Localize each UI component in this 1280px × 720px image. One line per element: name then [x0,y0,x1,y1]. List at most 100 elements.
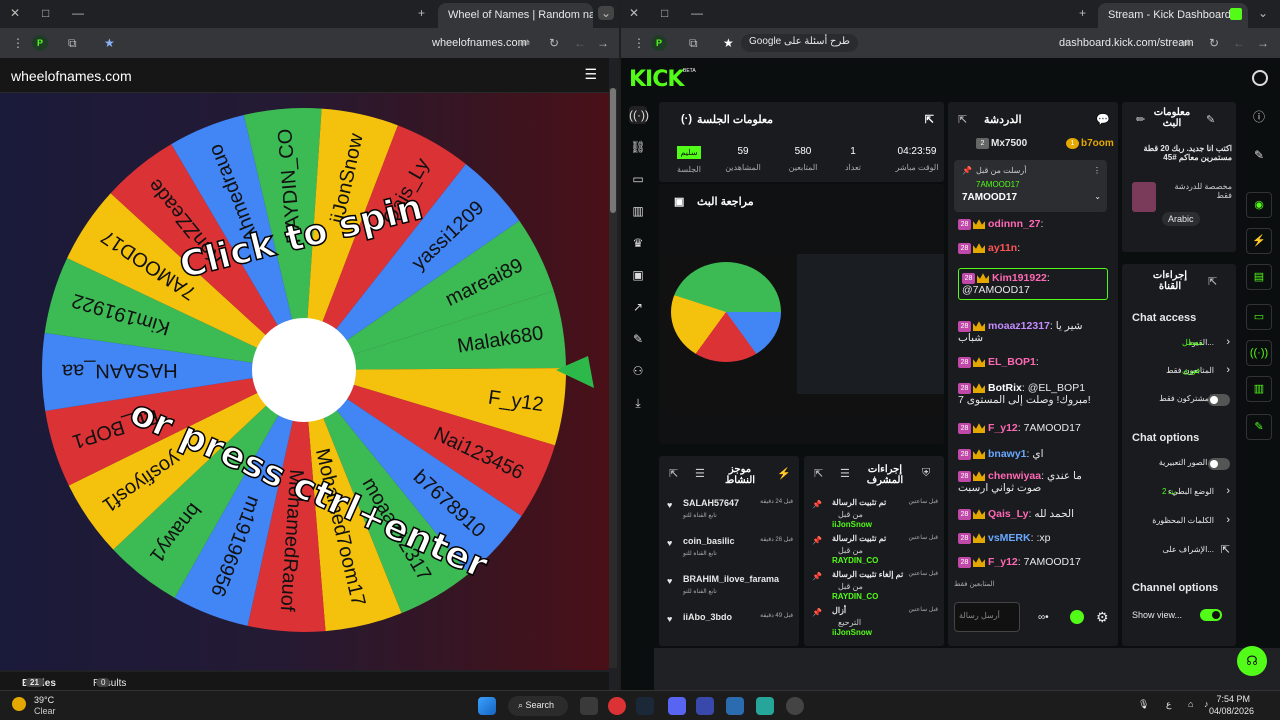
chrome-icon[interactable] [608,697,626,715]
close-window-icon[interactable]: ✕ [629,6,639,20]
pen-icon[interactable]: ✎ [1250,146,1268,164]
chat-message[interactable]: 28 bnawy1: اي [958,448,1044,460]
activity-item[interactable]: ♥ iiAbo_3bdo قبل 49 دقيقة [665,612,793,646]
taskbar-search[interactable]: ⌕ Search [508,696,568,716]
forward-icon[interactable]: → [1257,36,1269,50]
chat-message[interactable]: 28 EL_BOP1: [958,356,1039,368]
menu-dots-icon[interactable]: ⋮ [633,36,645,50]
stream-preview[interactable] [659,254,944,414]
chat-input[interactable]: أرسل رسالة [954,602,1020,632]
chevron-right-icon[interactable]: › [1226,336,1230,348]
popout-icon[interactable]: ⇱ [1208,275,1217,288]
download-icon[interactable]: ⤓ [629,394,647,412]
chat-option-row[interactable]: الإشراف على... ⇱ [1132,543,1230,561]
chat-message[interactable]: 28 Qais_Ly: الحمد لله [958,508,1074,520]
network-icon[interactable]: ⌂ [1188,699,1193,709]
reload-icon[interactable]: ↻ [549,36,559,50]
popout-icon[interactable]: ⇱ [814,467,823,480]
home-icon[interactable] [580,697,598,715]
trophy-icon[interactable]: ♛ [629,234,647,252]
ask-google-chip[interactable]: Google طرح أسئلة على [741,34,858,52]
edit-icon[interactable]: ✎ [1206,113,1215,126]
volume-icon[interactable]: ♪ [1204,699,1209,709]
activity-item[interactable]: ♥ BRAHIM_ilove_farama تابع القناة للتو [665,574,793,608]
tune-icon[interactable]: ⇌ [520,36,530,50]
4k-app-icon[interactable] [786,697,804,715]
chat-message[interactable]: 28 chenwiyaa: ما عندي صوت ثواني ارسبت [958,470,1108,494]
filter-icon[interactable]: ☰ [695,467,705,480]
wheel-center[interactable] [252,318,356,422]
chat-message[interactable]: 28 vsMERK: :xp [958,532,1050,544]
extensions-icon[interactable]: ⧉ [689,36,698,51]
app-icon[interactable] [696,697,714,715]
chevron-right-icon[interactable]: › [1226,514,1230,526]
tool-icon[interactable]: ✎ [1246,414,1272,440]
chat-option-row[interactable]: الوضع البطيء 2 ث › [1132,485,1230,503]
pencil-icon[interactable]: ✏ [1136,113,1145,126]
chat-message[interactable]: 28 odinnn_27: [958,218,1043,230]
app2-icon[interactable] [726,697,744,715]
chevron-right-icon[interactable]: ⇱ [1221,543,1230,556]
chat-message[interactable]: 28 F_y12: 7AMOOD17 [958,422,1081,434]
restore-icon[interactable]: □ [42,6,49,20]
chevron-right-icon[interactable]: › [1226,485,1230,497]
chat-message[interactable]: 28 BotRix: @EL_BOP1 مبروك! وصلت إلى المست… [958,382,1108,406]
emotes-toggle[interactable] [1208,458,1230,470]
kick-logo[interactable]: KICK [629,67,684,92]
settings-gear-icon[interactable]: ⚙ [1096,609,1109,626]
chat-message[interactable]: 28 Kim191922: @7AMOOD17 [958,268,1108,300]
menu-dots-icon[interactable]: ⋮ [12,36,24,50]
show-viewers-toggle[interactable] [1200,609,1222,621]
chat-message[interactable]: 28 ay11n: [958,242,1020,254]
tab-search-icon[interactable]: ⌄ [1258,6,1268,20]
bookmark-star-icon[interactable]: ★ [723,36,734,50]
tab-wheel-of-names[interactable]: Wheel of Names | Random nam [438,3,593,28]
support-headset-icon[interactable]: ☊ [1237,646,1267,676]
profile-icon[interactable]: P [32,35,48,51]
chart-icon[interactable]: ↗ [629,298,647,316]
back-icon[interactable]: ← [1233,36,1245,50]
kick-emote-icon[interactable] [1070,610,1084,624]
url-field[interactable]: dashboard.kick.com/stream [1059,37,1194,49]
windows-start-icon[interactable] [478,697,496,715]
mod-action-item[interactable]: 📌 تم تثبيت الرسالة من قبل RAYDIN_CO قبل ساعت… [810,534,938,568]
popout-icon[interactable]: ⇱ [669,467,678,480]
activity-item[interactable]: ♥ coin_basilic تابع القناة للتو قبل 26 دقيق… [665,536,793,570]
pinned-message[interactable]: 📌 أرسلت من قبل 7AMOOD17 7AMOOD17 ⋮ ⌄ [954,160,1107,212]
url-field[interactable]: wheelofnames.com [432,37,527,49]
chat-access-row[interactable]: القيود... معطل › [1132,336,1230,354]
camera-icon[interactable]: ◉ [1246,192,1272,218]
emoji-icon[interactable]: ∞• [1038,612,1049,623]
top-user[interactable]: 2 Mx7500 [976,138,1027,149]
chat-icon[interactable]: ▭ [1246,304,1272,330]
reload-icon[interactable]: ↻ [1209,36,1219,50]
filter-icon[interactable]: ☰ [840,467,850,480]
chat-option-row[interactable]: الصور التعبيرية... [1132,456,1230,474]
page-scrollbar[interactable] [609,88,617,668]
mod-action-item[interactable]: 📌 تم تثبيت الرسالة من قبل iiJonSnow قبل ساعت… [810,498,938,532]
chat-access-row[interactable]: المتابعون فقط فوري › [1132,364,1230,382]
new-tab-icon[interactable]: + [1079,6,1086,20]
wrench-icon[interactable]: ✎ [629,330,647,348]
tune-icon[interactable]: ⇌ [1181,36,1191,50]
new-tab-icon[interactable]: + [418,6,425,20]
extensions-icon[interactable]: ⧉ [68,36,77,51]
subscribers-only-toggle[interactable] [1208,394,1230,406]
steam-icon[interactable] [636,697,654,715]
discord-icon[interactable] [668,697,686,715]
info-icon[interactable]: ⓘ [1250,108,1268,126]
user-avatar[interactable] [1252,70,1268,86]
top-user[interactable]: 1 b7oom [1066,138,1114,149]
wheel[interactable]: Malak680F_y12Nai123456b7678910moaaz12317… [0,93,609,670]
chat-option-row[interactable]: الكلمات المحظورة › [1132,514,1230,532]
back-icon[interactable]: ← [574,36,586,50]
scrollbar-thumb[interactable] [610,88,616,213]
stats-icon[interactable]: ▥ [629,202,647,220]
more-icon[interactable]: ⋮ [1093,166,1101,175]
tab-search-icon[interactable]: ⌄ [598,6,615,20]
tab-kick-dashboard[interactable]: Stream - Kick Dashboard [1098,3,1248,28]
layout-icon[interactable]: ▥ [1246,376,1272,402]
chevron-right-icon[interactable]: › [1226,364,1230,376]
notes-icon[interactable]: ▤ [1246,264,1272,290]
clock-time[interactable]: 7:54 PM [1216,694,1250,704]
